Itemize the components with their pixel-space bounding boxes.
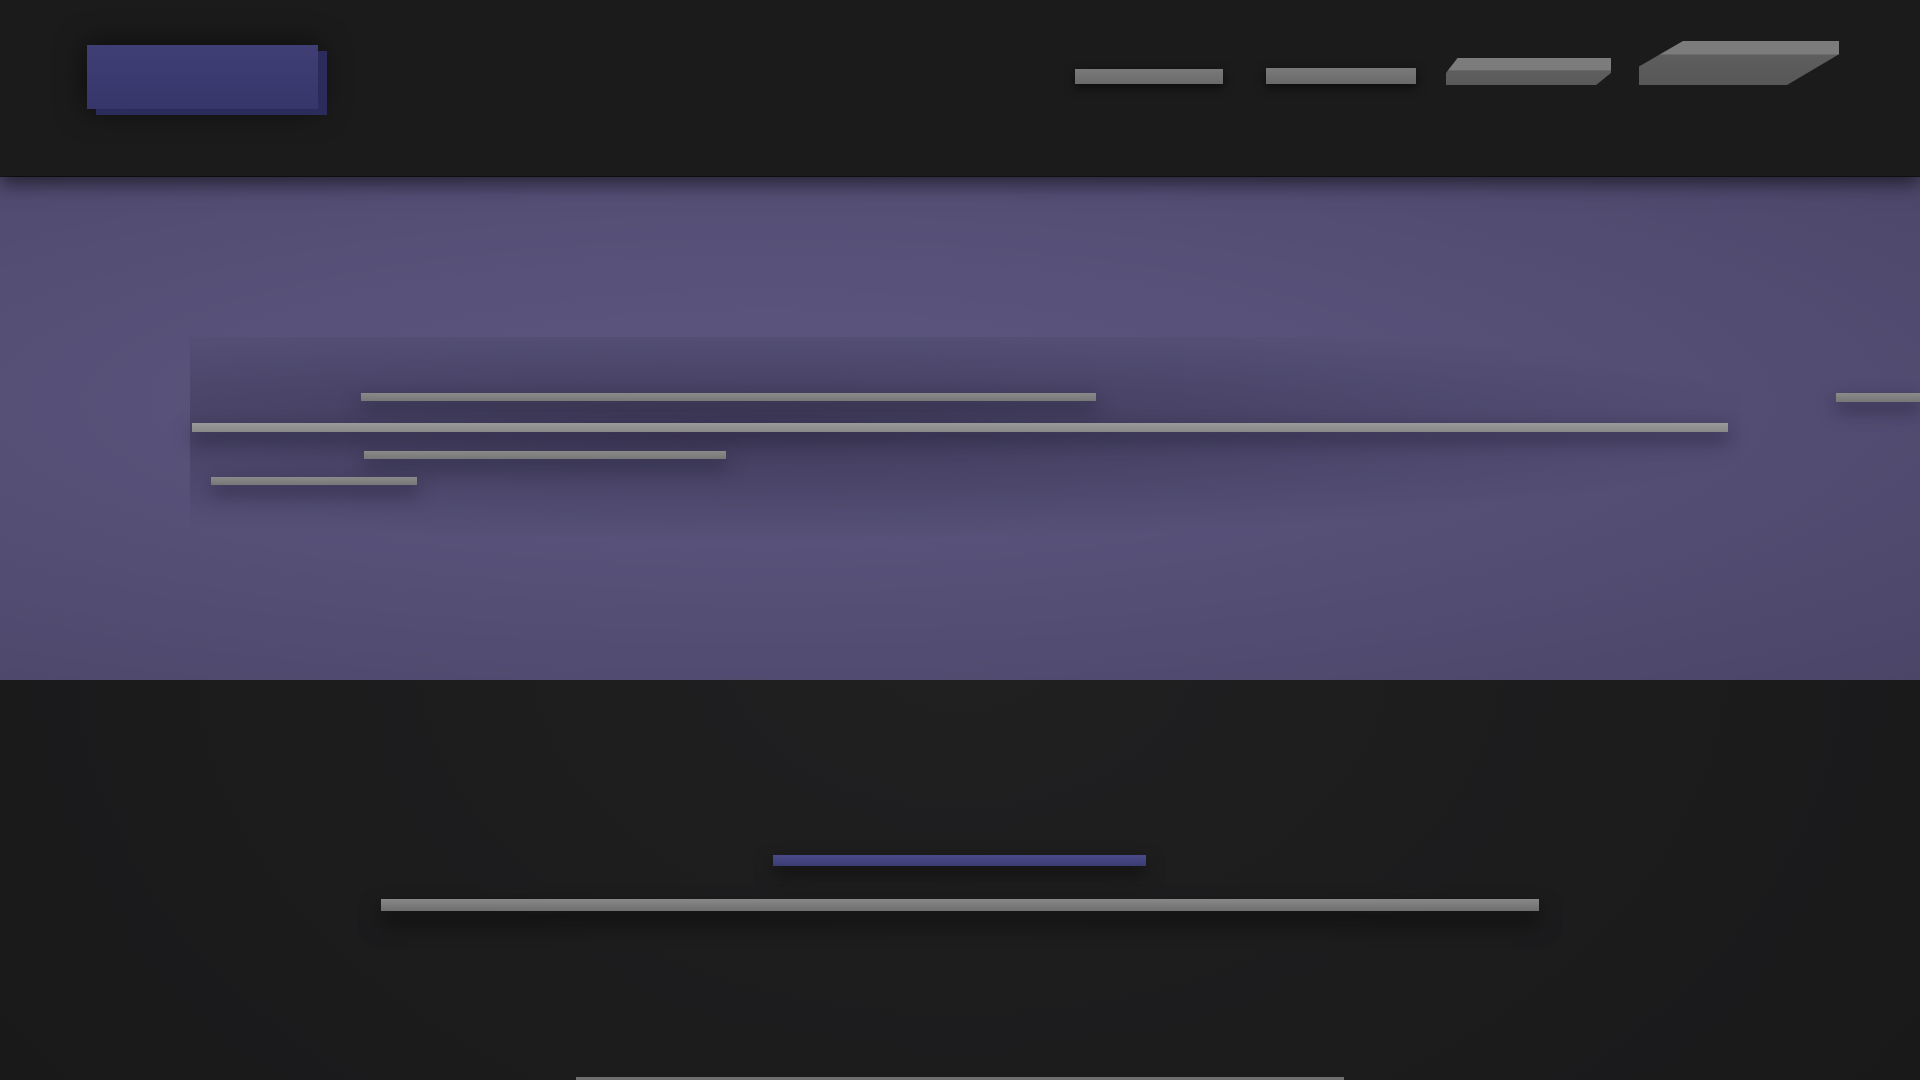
hero-text-line-5 bbox=[1836, 393, 1920, 402]
section-text-line bbox=[381, 899, 1539, 911]
hero-shadow bbox=[190, 337, 1740, 537]
main-nav bbox=[0, 0, 1920, 176]
nav-item-3[interactable] bbox=[1446, 58, 1611, 85]
content-section bbox=[0, 680, 1920, 1080]
hero-text-line-4 bbox=[211, 477, 417, 485]
nav-item-1[interactable] bbox=[1075, 69, 1223, 84]
section-heading-accent bbox=[773, 855, 1146, 866]
hero-banner bbox=[0, 177, 1920, 680]
hero-text-line-3 bbox=[364, 451, 726, 459]
nav-item-2[interactable] bbox=[1266, 68, 1416, 84]
page bbox=[0, 0, 1920, 1080]
site-header bbox=[0, 0, 1920, 176]
nav-item-4[interactable] bbox=[1639, 41, 1839, 85]
hero-text-line-2 bbox=[192, 423, 1728, 432]
hero-text-line-1 bbox=[361, 393, 1096, 401]
